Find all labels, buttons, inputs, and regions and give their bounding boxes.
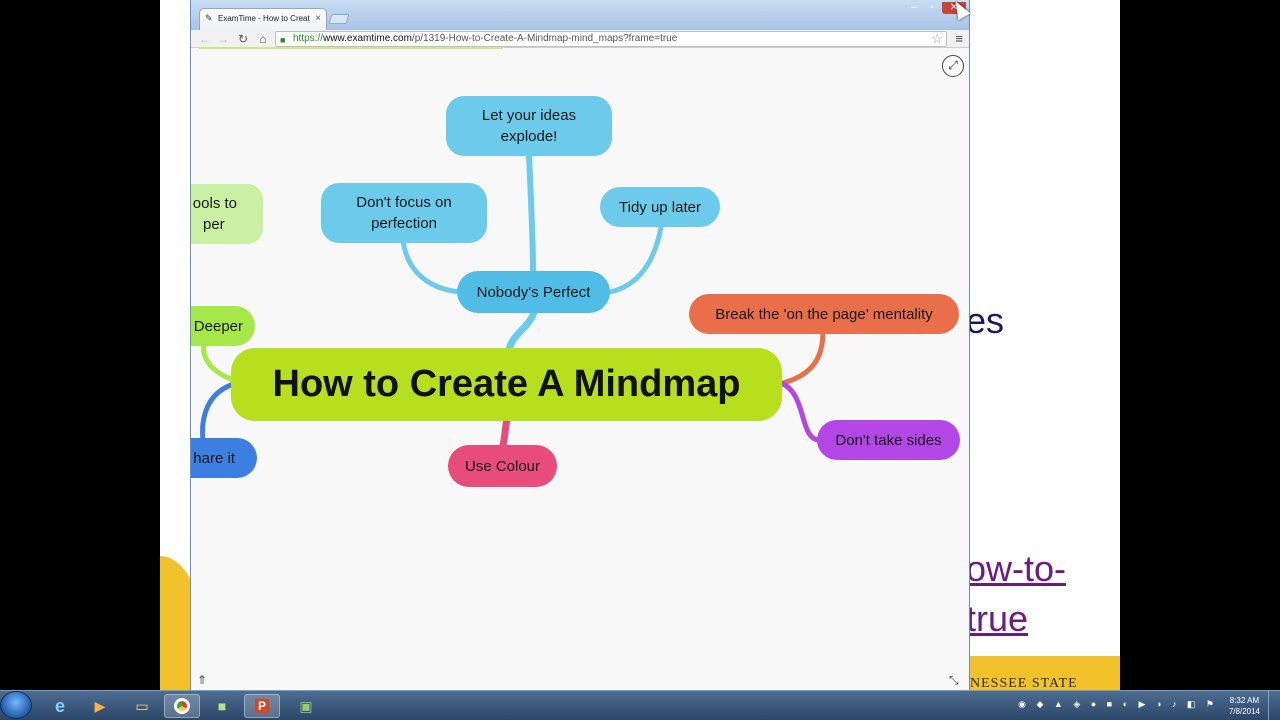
node-line: per (203, 216, 225, 233)
node-break-the-page-mentality[interactable]: Break the 'on the page' mentality (689, 294, 959, 334)
node-line: Don't focus on (356, 194, 452, 211)
tab-strip: ✎ ExamTime - How to Creat × – ▫ ✕ (191, 0, 969, 30)
node-label: Don't take sides (835, 431, 942, 449)
central-topic-label: How to Create A Mindmap (272, 363, 741, 405)
node-label: Nobody's Perfect (476, 283, 591, 301)
address-bar[interactable]: ■ https://www.examtime.com/p/1319-How-to… (275, 31, 947, 47)
node-label: Tidy up later (619, 198, 701, 216)
zoom-icon[interactable]: ⤢ (942, 55, 964, 77)
browser-window: ✎ ExamTime - How to Creat × – ▫ ✕ ← → ↻ … (190, 0, 970, 692)
internet-explorer-icon[interactable]: e (42, 694, 78, 718)
app-icon[interactable]: ■ (204, 694, 240, 718)
browser-toolbar: ← → ↻ ⌂ ■ https://www.examtime.com/p/131… (191, 30, 969, 48)
connector-share (200, 382, 234, 444)
node-label: Break the 'on the page' mentality (715, 305, 933, 323)
connector-colour (499, 415, 511, 449)
back-button[interactable]: ← (197, 31, 213, 47)
clock[interactable]: 8:32 AM 7/8/2014 (1229, 695, 1260, 717)
maximize-button[interactable]: ▫ (924, 2, 940, 14)
node-label: Use Colour (464, 457, 541, 475)
windows-taskbar: e ▶ ▭ ■ P ▣ ◉ ◆ ▲ ◈ ● ■ ◐ ▶ ◑ ♪ ◧ ⚑ 8:32… (0, 690, 1280, 720)
url-path: /p/1319-How-to-Create-A-Mindmap-mind_map… (411, 33, 678, 44)
clock-time: 8:32 AM (1229, 696, 1260, 705)
screen: es ow-to- true NESSEE STATE ✎ ExamTime -… (0, 0, 1280, 720)
node-let-your-ideas-explode[interactable]: Let your ideas explode! (446, 96, 612, 156)
node-dont-take-sides[interactable]: Don't take sides (817, 420, 960, 460)
file-explorer-icon[interactable]: ▭ (124, 694, 160, 718)
camtasia-icon[interactable]: ▣ (288, 694, 324, 718)
tab-title: ExamTime - How to Creat (218, 14, 310, 23)
url-host: www.examtime.com (323, 33, 412, 44)
connector-break (776, 328, 826, 387)
slide-link-fragment-1[interactable]: ow-to- (966, 548, 1066, 590)
home-button[interactable]: ⌂ (255, 31, 271, 47)
slide-footer-text: NESSEE STATE (970, 676, 1078, 690)
node-line: perfection (371, 215, 437, 232)
reload-button[interactable]: ↻ (235, 31, 251, 47)
forward-button[interactable]: → (215, 31, 231, 47)
node-line: Let your ideas (481, 107, 577, 124)
fullscreen-icon[interactable]: ⤡ (949, 673, 959, 688)
clock-date: 7/8/2014 (1228, 707, 1260, 716)
node-label: hare it (193, 449, 235, 467)
lock-icon: ■ (280, 35, 286, 45)
node-use-colour[interactable]: Use Colour (448, 445, 557, 487)
slide-link-fragment-2[interactable]: true (966, 598, 1028, 640)
media-player-icon[interactable]: ▶ (82, 694, 118, 718)
central-topic[interactable]: How to Create A Mindmap (231, 348, 782, 421)
node-line: explode! (500, 128, 558, 145)
node-nobodys-perfect[interactable]: Nobody's Perfect (457, 271, 610, 313)
favicon-icon: ✎ (205, 13, 213, 23)
connector-deeper (201, 338, 234, 382)
node-share-it-partial[interactable]: hare it (191, 438, 257, 478)
new-tab-button[interactable] (328, 14, 350, 24)
connector-ideas (526, 152, 536, 274)
node-tools-partial[interactable]: ools to per (191, 184, 263, 244)
connector-tidy (602, 224, 664, 296)
mindmap-canvas[interactable]: ⤢ Let your ideas explode! Don't focus on… (191, 49, 969, 691)
show-desktop-button[interactable] (1268, 691, 1280, 720)
node-deeper-partial[interactable]: Deeper (191, 306, 255, 346)
system-tray-icons[interactable]: ◉ ◆ ▲ ◈ ● ■ ◐ ▶ ◑ ♪ ◧ ⚑ (1018, 699, 1218, 710)
tab-examtime[interactable]: ✎ ExamTime - How to Creat × (199, 8, 327, 30)
url-scheme: https:// (293, 33, 324, 44)
start-button[interactable] (0, 691, 32, 719)
bookmark-star-icon[interactable]: ☆ (931, 31, 943, 46)
node-dont-focus-on-perfection[interactable]: Don't focus on perfection (321, 183, 487, 243)
connector-focus (400, 238, 466, 295)
minimize-button[interactable]: – (906, 2, 922, 14)
node-line: ools to (192, 195, 237, 212)
chrome-icon[interactable] (164, 694, 200, 718)
powerpoint-icon[interactable]: P (244, 694, 280, 718)
tab-close-button[interactable]: × (315, 13, 321, 24)
node-label: Deeper (193, 317, 243, 335)
menu-icon[interactable]: ≡ (955, 31, 963, 46)
slide-text-fragment: es (966, 300, 1005, 341)
node-tidy-up-later[interactable]: Tidy up later (600, 187, 720, 227)
connector-sides (778, 380, 822, 443)
collapse-icon[interactable]: ⇑ (197, 673, 207, 687)
